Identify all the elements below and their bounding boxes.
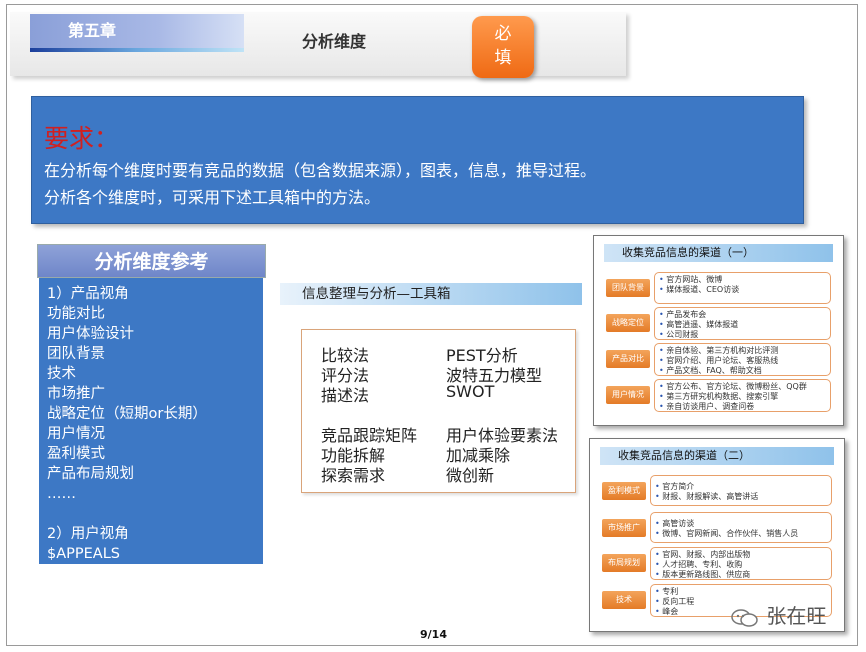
chapter-label: 第五章: [30, 14, 244, 52]
channel-row: 战略定位 产品发布会 高管逍遥、媒体报道 公司财报: [606, 307, 831, 340]
channel-label: 市场推广: [602, 519, 646, 537]
channel-item: 版本更新路线图、供应商: [655, 570, 827, 580]
reference-item: 战略定位（短期or长期）: [47, 406, 207, 422]
channel-row: 团队背景 官方网站、微博 媒体报道、CEO访谈: [606, 272, 831, 304]
channel-items: 官网、财报、内部出版物 人才招聘、专利、收购 版本更新路线图、供应商: [650, 547, 832, 580]
channel-item: 高管访谈: [655, 519, 827, 529]
channels-panel-1: 收集竞品信息的渠道（一） 团队背景 官方网站、微博 媒体报道、CEO访谈 战略定…: [593, 235, 844, 426]
channel-item: 高管逍遥、媒体报道: [659, 320, 826, 330]
channel-label: 战略定位: [606, 314, 650, 332]
channel-item: 第三方研究机构数据、搜索引擎: [659, 392, 826, 402]
reference-item: 团队背景: [47, 346, 105, 362]
channel-item: 官网介绍、用户论坛、客服热线: [659, 356, 826, 366]
requirement-heading: 要求：: [44, 124, 120, 153]
wechat-icon: [730, 608, 760, 628]
reference-item: 1）产品视角: [47, 286, 129, 302]
channel-item: 产品发布会: [659, 310, 826, 320]
channels-title: 收集竞品信息的渠道（一）: [604, 244, 833, 262]
page-title: 分析维度: [302, 32, 367, 51]
channel-item: 产品文档、FAQ、帮助文档: [659, 366, 826, 376]
requirement-line: 分析各个维度时，可采用下述工具箱中的方法。: [44, 188, 381, 207]
channel-items: 高管访谈 微博、官网新闻、合作伙伴、销售人员: [650, 512, 832, 543]
chapter-stripe: [30, 48, 244, 52]
watermark-text: 张在旺: [766, 604, 827, 628]
watermark: 张在旺: [730, 600, 826, 629]
channel-item: 亲自体验、第三方机构对比评测: [659, 346, 826, 356]
reference-title: 分析维度参考: [37, 244, 266, 278]
reference-item: 用户体验设计: [47, 326, 134, 342]
tool-item: 微创新: [446, 466, 495, 485]
channels-title: 收集竞品信息的渠道（二）: [600, 447, 834, 465]
channel-item: 官网、财报、内部出版物: [655, 550, 827, 560]
channel-row: 盈利模式 官方简介 财报、财报解读、高管讲话: [602, 475, 832, 506]
channel-label: 布局规划: [602, 554, 646, 572]
channel-row: 用户情况 官方公布、官方论坛、微博粉丝、QQ群 第三方研究机构数据、搜索引擎 亲…: [606, 379, 831, 412]
channel-label: 产品对比: [606, 350, 650, 368]
channel-items: 官方简介 财报、财报解读、高管讲话: [650, 475, 832, 506]
reference-list: 1）产品视角 功能对比 用户体验设计 团队背景 技术 市场推广 战略定位（短期o…: [39, 278, 263, 564]
page-number: 9/14: [420, 628, 447, 641]
required-badge-line: 填: [494, 48, 512, 68]
channel-item: 公司财报: [659, 330, 826, 340]
toolbox-box: 比较法 评分法 描述法 竞品跟踪矩阵 功能拆解 探索需求 PEST分析 波特五力…: [301, 329, 576, 493]
channel-item: 媒体报道、CEO访谈: [659, 285, 826, 295]
channel-label: 技术: [602, 591, 646, 609]
reference-item: 技术: [47, 366, 76, 382]
channel-items: 亲自体验、第三方机构对比评测 官网介绍、用户论坛、客服热线 产品文档、FAQ、帮…: [654, 343, 831, 376]
reference-item: $APPEALS: [47, 546, 120, 562]
channel-items: 官方公布、官方论坛、微博粉丝、QQ群 第三方研究机构数据、搜索引擎 亲自访谈用户…: [654, 379, 831, 412]
reference-item: ……: [47, 486, 76, 502]
channel-items: 官方网站、微博 媒体报道、CEO访谈: [654, 272, 831, 304]
channel-label: 用户情况: [606, 386, 650, 404]
channel-item: 亲自访谈用户、调查问卷: [659, 402, 826, 412]
channel-label: 团队背景: [606, 279, 650, 297]
reference-item: 产品布局规划: [47, 466, 134, 482]
reference-item: 市场推广: [47, 386, 105, 402]
channel-row: 产品对比 亲自体验、第三方机构对比评测 官网介绍、用户论坛、客服热线 产品文档、…: [606, 343, 831, 376]
channel-item: 财报、财报解读、高管讲话: [655, 492, 827, 502]
reference-item: [47, 504, 263, 524]
channel-row: 市场推广 高管访谈 微博、官网新闻、合作伙伴、销售人员: [602, 512, 832, 543]
channel-item: 微博、官网新闻、合作伙伴、销售人员: [655, 529, 827, 539]
channel-item: 官方公布、官方论坛、微博粉丝、QQ群: [659, 382, 826, 392]
requirement-line: 在分析每个维度时要有竞品的数据（包含数据来源），图表，信息，推导过程。: [44, 161, 597, 180]
reference-item: 功能对比: [47, 306, 105, 322]
tool-item: 探索需求: [321, 466, 386, 485]
channel-item: 官方简介: [655, 482, 827, 492]
requirement-box: 要求： 在分析每个维度时要有竞品的数据（包含数据来源），图表，信息，推导过程。 …: [31, 96, 804, 224]
required-badge: 必 填: [472, 16, 534, 78]
channel-label: 盈利模式: [602, 482, 646, 500]
required-badge-line: 必: [494, 24, 512, 44]
reference-item: 用户情况: [47, 426, 105, 442]
tool-item: 描述法: [321, 386, 370, 405]
channel-items: 产品发布会 高管逍遥、媒体报道 公司财报: [654, 307, 831, 340]
reference-item: 2）用户视角: [47, 526, 129, 542]
toolbox-title: 信息整理与分析—工具箱: [280, 283, 582, 305]
reference-item: 盈利模式: [47, 446, 105, 462]
channel-row: 布局规划 官网、财报、内部出版物 人才招聘、专利、收购 版本更新路线图、供应商: [602, 547, 832, 580]
tool-item: SWOT: [446, 382, 495, 401]
channel-item: 专利: [655, 587, 827, 597]
channel-item: 官方网站、微博: [659, 275, 826, 285]
channel-item: 人才招聘、专利、收购: [655, 560, 827, 570]
